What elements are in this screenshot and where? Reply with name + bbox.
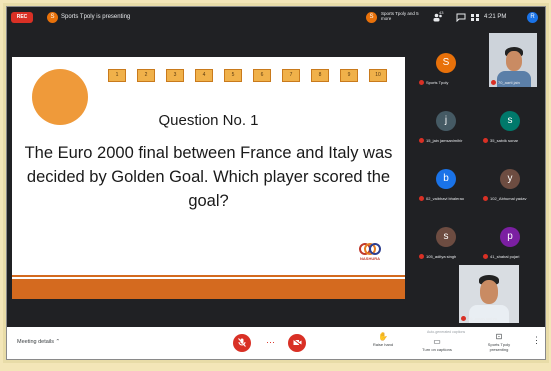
mic-off-icon bbox=[483, 138, 488, 143]
participant-tile[interactable]: s 35_satvik sonar bbox=[481, 101, 539, 145]
participant-name: 02_vaibhavi bhalerao bbox=[419, 196, 464, 201]
participant-tile-camera[interactable]: 26_aman mehra bbox=[459, 265, 519, 323]
slide-footer-bar bbox=[12, 279, 405, 299]
participant-avatar: S bbox=[436, 53, 456, 73]
hand-icon: ✋ bbox=[378, 332, 388, 341]
mic-off-icon bbox=[419, 254, 424, 259]
mic-off-icon bbox=[483, 254, 488, 259]
activities-icon[interactable] bbox=[470, 13, 480, 22]
account-avatar[interactable]: R bbox=[527, 12, 538, 23]
mic-off-icon bbox=[461, 316, 466, 321]
camera-off-button[interactable] bbox=[288, 334, 306, 352]
number-box: 3 bbox=[166, 69, 184, 82]
number-box: 6 bbox=[253, 69, 271, 82]
overflow-menu-icon[interactable]: ⋮ bbox=[532, 335, 541, 346]
recording-badge: REC bbox=[11, 12, 33, 23]
participant-name: 102_Abhumal yadav bbox=[483, 196, 526, 201]
participant-count: 43 bbox=[439, 10, 444, 15]
mic-off-icon bbox=[419, 80, 424, 85]
participant-name: 70_aarti jain bbox=[491, 80, 520, 85]
mic-off-icon bbox=[491, 80, 496, 85]
participant-avatar: s bbox=[436, 227, 456, 247]
participant-name: Sports Tpoly bbox=[419, 80, 448, 85]
mic-off-icon bbox=[419, 196, 424, 201]
mic-off-icon bbox=[483, 196, 488, 201]
participant-tile[interactable]: S Sports Tpoly bbox=[417, 43, 475, 87]
captions-button[interactable]: ▭ Turn on captions bbox=[419, 337, 455, 352]
mic-off-button[interactable] bbox=[233, 334, 251, 352]
raise-hand-button[interactable]: ✋ Raise hand bbox=[365, 332, 401, 347]
presentation-slide: 1 2 3 4 5 6 7 8 9 10 Question No. 1 The … bbox=[12, 57, 405, 299]
participant-tile[interactable]: b 02_vaibhavi bhalerao bbox=[417, 159, 475, 203]
present-screen-icon: ⊡ bbox=[495, 332, 503, 341]
number-box: 5 bbox=[224, 69, 242, 82]
participant-name: 26_aman mehra bbox=[461, 316, 497, 321]
participant-tile[interactable]: y 102_Abhumal yadav bbox=[481, 159, 539, 203]
participant-tile[interactable]: s 105_aditya singh bbox=[417, 217, 475, 261]
number-box: 2 bbox=[137, 69, 155, 82]
number-box: 4 bbox=[195, 69, 213, 82]
mic-off-icon bbox=[419, 138, 424, 143]
participant-avatar: y bbox=[500, 169, 520, 189]
number-box: 7 bbox=[282, 69, 300, 82]
meeting-details-button[interactable]: Meeting details ⌃ bbox=[17, 339, 60, 345]
participant-tile-camera[interactable]: 70_aarti jain bbox=[489, 33, 537, 87]
participant-avatar: s bbox=[500, 111, 520, 131]
presenter-chip-label[interactable]: Sports Tpoly and 5 more bbox=[381, 11, 421, 21]
chevron-up-icon: ⌃ bbox=[55, 339, 61, 345]
number-box: 1 bbox=[108, 69, 126, 82]
participant-name: 105_aditya singh bbox=[419, 254, 456, 259]
participant-name: 41_shabal pujari bbox=[483, 254, 519, 259]
bottom-bar: Meeting details ⌃ ⋯ ✋ Raise hand Auto-gen… bbox=[7, 327, 545, 359]
presenter-avatar: S bbox=[47, 12, 58, 23]
participant-avatar: b bbox=[436, 169, 456, 189]
presenting-button[interactable]: ⊡ Sports Tpoly presenting bbox=[481, 332, 517, 352]
presenting-label: Sports Tpoly is presenting bbox=[61, 14, 131, 20]
number-box: 8 bbox=[311, 69, 329, 82]
chat-icon[interactable] bbox=[456, 13, 466, 23]
more-options-icon[interactable]: ⋯ bbox=[266, 337, 275, 348]
captions-note: Auto-generated captions bbox=[427, 330, 466, 334]
logo-brand: NASHURA bbox=[360, 256, 380, 261]
presenter-chip-avatar[interactable]: S bbox=[366, 12, 377, 23]
question-title: Question No. 1 bbox=[158, 112, 259, 129]
question-text: The Euro 2000 final between France and I… bbox=[24, 144, 393, 210]
meet-window: REC S Sports Tpoly is presenting S Sport… bbox=[6, 6, 546, 360]
captions-icon: ▭ bbox=[433, 337, 441, 346]
participant-name: 15_jain jamsanimihir bbox=[419, 138, 462, 143]
participant-avatar: p bbox=[500, 227, 520, 247]
participant-tile[interactable]: j 15_jain jamsanimihir bbox=[417, 101, 475, 145]
number-box: 10 bbox=[369, 69, 387, 82]
camera-face bbox=[506, 51, 522, 71]
clock: 4:21 PM bbox=[484, 14, 507, 20]
participant-avatar: j bbox=[436, 111, 456, 131]
slide-divider bbox=[12, 275, 405, 277]
participant-tile[interactable]: p 41_shabal pujari bbox=[481, 217, 539, 261]
top-bar: REC S Sports Tpoly is presenting S Sport… bbox=[7, 7, 545, 29]
camera-face bbox=[480, 280, 498, 304]
number-box: 9 bbox=[340, 69, 358, 82]
nashura-logo: NASHURA bbox=[352, 243, 388, 265]
participant-name: 35_satvik sonar bbox=[483, 138, 518, 143]
